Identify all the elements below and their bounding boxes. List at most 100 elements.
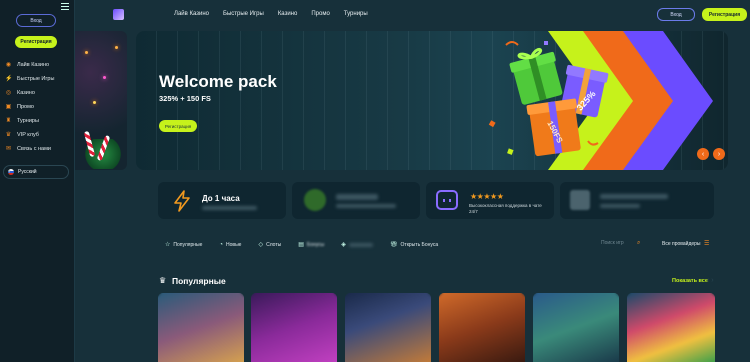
chevron-down-icon: ▾ <box>8 169 11 175</box>
category-tabs: ☆ Популярные ◔ Новые ◇ Слоты ▤ Бонусы ◈ 🎁︎ От… <box>165 241 455 249</box>
sidebar-item-support[interactable]: ✉ Связь с нами <box>5 142 71 156</box>
nav-promo[interactable]: Промо <box>311 11 329 17</box>
withdrawal-time: До 1 часа <box>202 194 240 203</box>
game-tile[interactable] <box>533 293 619 362</box>
side-promo-banner[interactable] <box>75 31 127 170</box>
search-icon[interactable]: ⌕ <box>637 240 640 247</box>
firework-spark <box>85 51 88 54</box>
sidebar-login-button[interactable]: Вход <box>16 14 56 27</box>
game-tile[interactable] <box>251 293 337 362</box>
casino-icon: ◎ <box>5 89 12 96</box>
rating-stars: ★★★★★ <box>470 192 504 201</box>
providers-button[interactable]: Все провайдеры <box>662 241 701 247</box>
support-icon: ✉ <box>5 145 12 152</box>
sidebar-item-label: VIP клуб <box>17 132 39 138</box>
confetti <box>507 148 514 155</box>
new-icon: ◔ <box>219 241 224 248</box>
language-select[interactable]: Русский ▾ <box>3 165 69 179</box>
tab-label: Слоты <box>266 241 282 248</box>
bonus-icon: ▤ <box>298 242 304 248</box>
sidebar-item-live-casino[interactable]: ◉ Лайв Казино <box>5 58 71 72</box>
firework-spark <box>103 76 106 79</box>
sidebar-menu: ◉ Лайв Казино ⚡ Быстрые Игры ◎ Казино ▣ Пром… <box>5 58 71 156</box>
diamond-icon: ◇ <box>258 242 264 248</box>
tab-open-bonus[interactable]: 🎁︎ Открыть Бонуса <box>389 241 439 249</box>
blurred-text <box>600 204 640 208</box>
gifts-illustration: 325% 150FS <box>488 31 713 170</box>
tab-slots[interactable]: ◇ Слоты <box>258 241 282 249</box>
blurred-text <box>336 204 396 208</box>
game-tile[interactable] <box>345 293 431 362</box>
site-logo[interactable] <box>113 9 161 20</box>
sidebar-item-quick-games[interactable]: ⚡ Быстрые Игры <box>5 72 71 86</box>
nav-casino[interactable]: Казино <box>278 11 298 17</box>
tab-label: Открыть Бонуса <box>400 241 439 248</box>
nav-live-casino[interactable]: Лайв Казино <box>174 11 209 17</box>
game-tile[interactable] <box>158 293 244 362</box>
live-icon: ◉ <box>5 61 12 68</box>
menu-toggle-icon[interactable] <box>61 3 69 10</box>
welcome-banner[interactable]: Welcome pack 325% + 150 FS Регистрация 3… <box>136 31 728 170</box>
quick-games-icon: ⚡ <box>5 75 13 82</box>
support-text: Высококлассная поддержка в чате 24/7 <box>469 203 542 214</box>
sidebar-item-casino[interactable]: ◎ Казино <box>5 86 71 100</box>
banner-subtitle: 325% + 150 FS <box>159 94 211 103</box>
banner-title: Welcome pack <box>159 72 277 91</box>
tab-popular[interactable]: ☆ Популярные <box>165 241 203 249</box>
banner-next-button[interactable]: › <box>713 148 725 160</box>
popular-title: Популярные <box>172 276 226 286</box>
gift-icon: 🎁︎ <box>389 242 398 248</box>
app-icon <box>570 190 590 210</box>
sidebar-item-label: Связь с нами <box>17 146 51 152</box>
sidebar-item-label: Лайв Казино <box>17 62 50 68</box>
register-button[interactable]: Регистрация <box>702 8 747 21</box>
feature-card-app <box>560 182 714 219</box>
confetti <box>544 41 548 45</box>
confetti <box>505 41 519 46</box>
confetti <box>488 120 496 128</box>
tournament-icon: ♜ <box>5 117 12 124</box>
lightning-icon <box>174 190 190 212</box>
banner-prev-button[interactable]: ‹ <box>697 148 709 160</box>
sidebar-item-label: Быстрые Игры <box>17 76 55 82</box>
sidebar-item-label: Казино <box>17 90 35 96</box>
logo-icon <box>113 9 124 20</box>
feature-card-support: ★★★★★ Высококлассная поддержка в чате 24… <box>426 182 554 219</box>
top-nav: Лайв Казино Быстрые Игры Казино Промо Ту… <box>75 0 750 30</box>
feature-card-license <box>292 182 420 219</box>
star-icon: ☆ <box>165 242 171 248</box>
nav-quick-games[interactable]: Быстрые Игры <box>223 11 264 17</box>
filter-icon[interactable]: ☰ <box>704 240 709 247</box>
main-nav: Лайв Казино Быстрые Игры Казино Промо Ту… <box>174 11 382 17</box>
sidebar-item-label: Промо <box>17 104 34 110</box>
card-icon: ◈ <box>341 242 346 248</box>
tab-label: Популярные <box>173 241 203 248</box>
language-label: Русский <box>18 169 37 175</box>
banner-register-button[interactable]: Регистрация <box>159 120 197 132</box>
search-input[interactable]: Поиск игр <box>601 240 651 246</box>
tab-label: Бонусы <box>306 241 325 248</box>
game-tile[interactable] <box>627 293 715 362</box>
sidebar-item-promo[interactable]: ▣ Промо <box>5 100 71 114</box>
tab-label: Новые <box>226 241 242 248</box>
promo-icon: ▣ <box>5 103 12 110</box>
feature-card-withdrawal: До 1 часа <box>158 182 286 219</box>
blurred-text <box>202 206 257 210</box>
chat-icon <box>436 190 458 210</box>
firework-spark <box>115 46 118 49</box>
tab-new[interactable]: ◔ Новые <box>219 241 241 248</box>
blurred-text <box>336 194 378 200</box>
tab-bonus[interactable]: ▤ Бонусы <box>298 241 325 249</box>
license-badge-icon <box>304 189 326 211</box>
tab-cards[interactable]: ◈ <box>341 241 373 248</box>
sidebar-item-tournaments[interactable]: ♜ Турниры <box>5 114 71 128</box>
carousel-nav[interactable]: ‹ › <box>707 277 714 284</box>
sidebar: Вход Регистрация ◉ Лайв Казино ⚡ Быстрые И… <box>0 0 75 362</box>
show-all-link[interactable]: Показать все <box>672 278 708 284</box>
nav-tournaments[interactable]: Турниры <box>344 11 368 17</box>
game-tile[interactable] <box>439 293 525 362</box>
sidebar-item-vip[interactable]: ♛ VIP клуб <box>5 128 71 142</box>
sidebar-register-button[interactable]: Регистрация <box>15 36 57 48</box>
blurred-text <box>348 242 373 247</box>
login-button[interactable]: Вход <box>657 8 695 21</box>
